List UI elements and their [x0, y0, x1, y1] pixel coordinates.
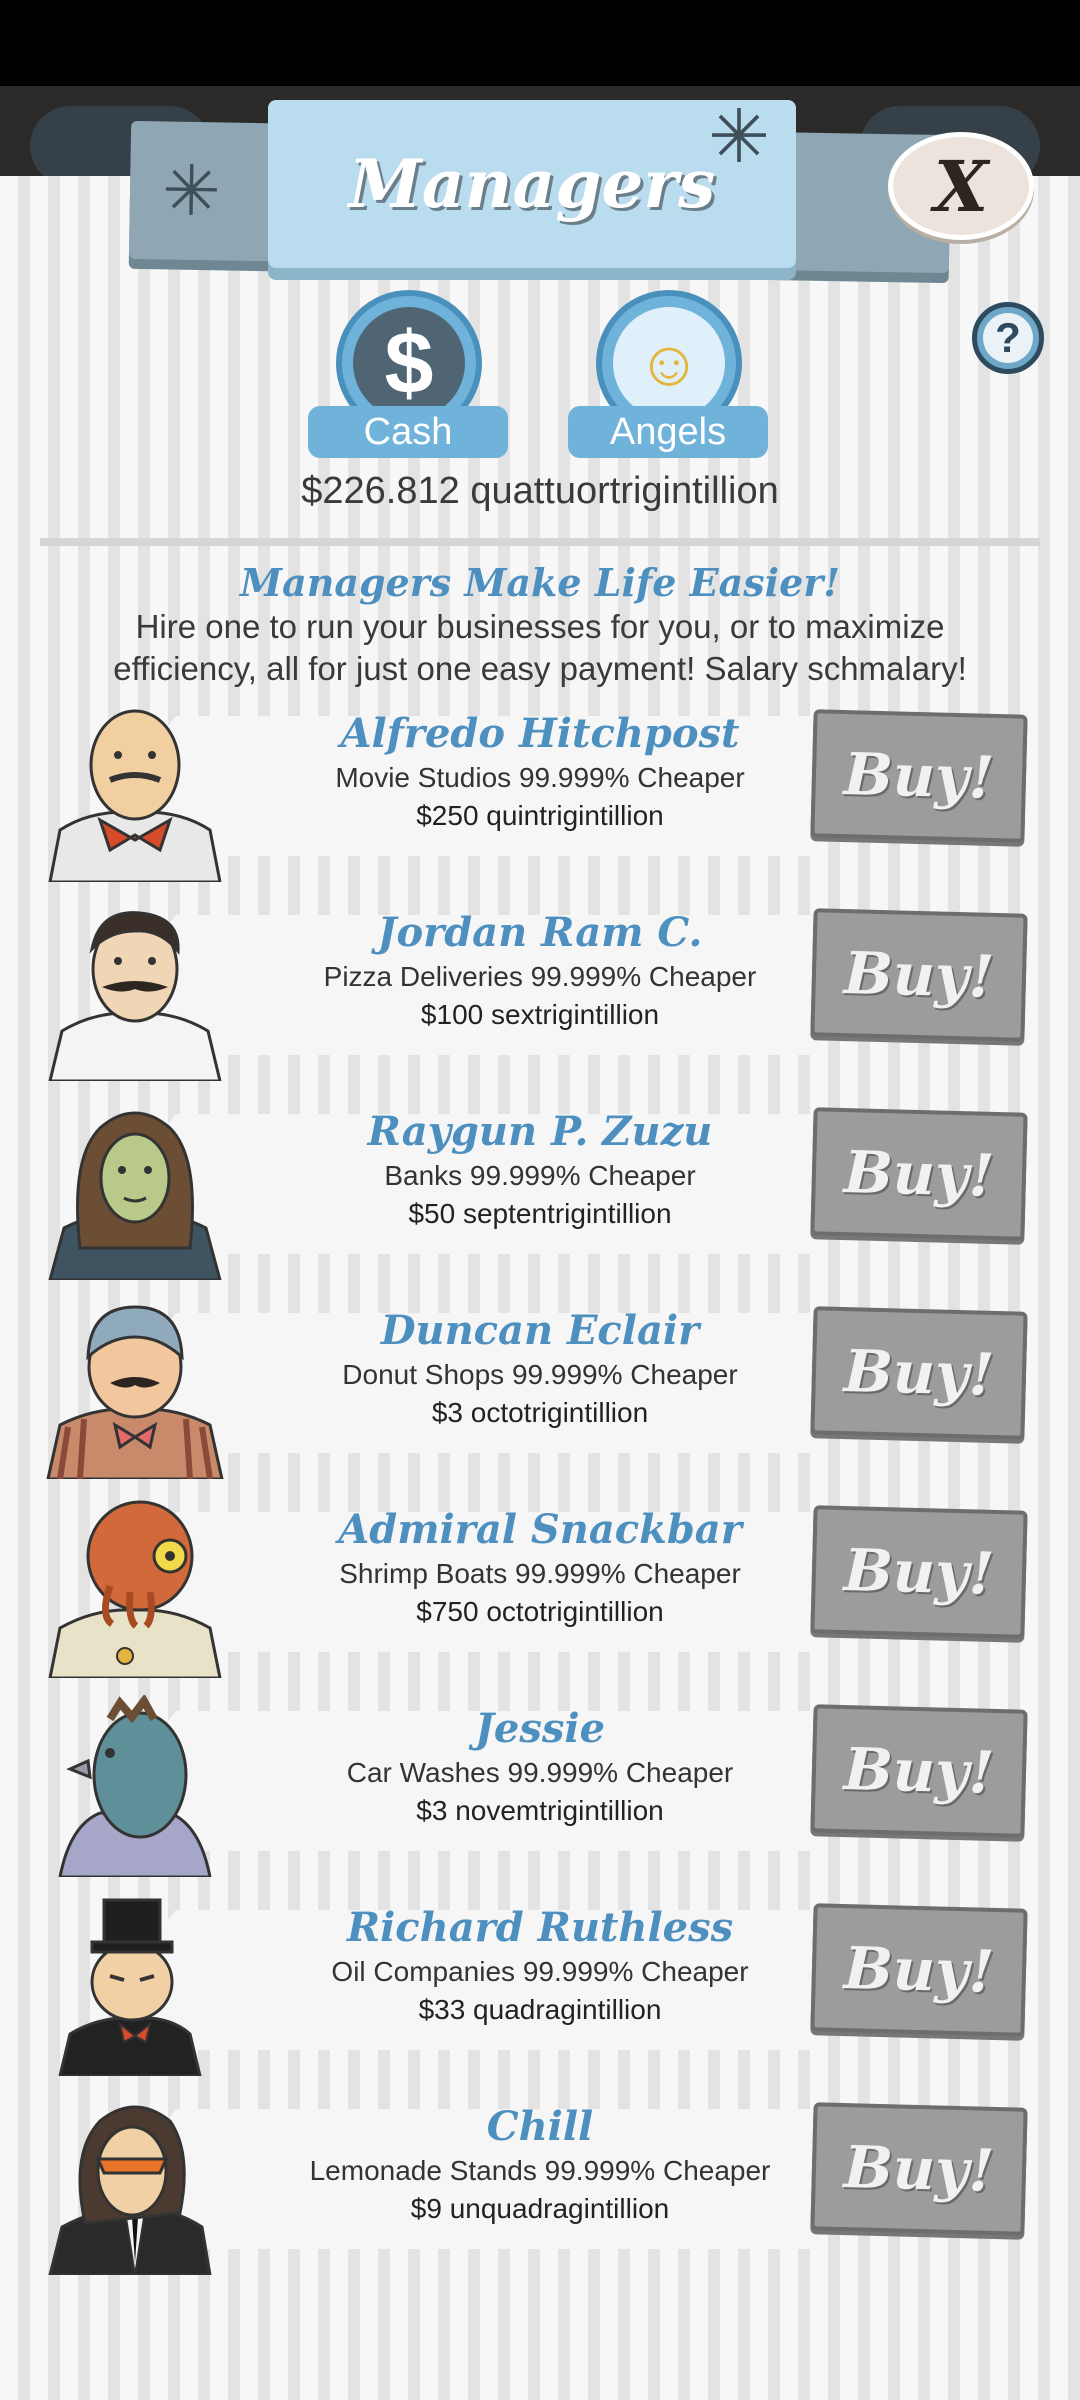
asterisk-decoration-icon: ✳ [707, 95, 770, 178]
status-bar [0, 0, 1080, 86]
manager-name: Richard Ruthless [346, 1904, 734, 1951]
buy-button[interactable]: Buy! [810, 1306, 1028, 1440]
divider [40, 538, 1040, 546]
manager-row: Richard Ruthless Oil Companies 99.999% C… [0, 1894, 1080, 2076]
manager-portrait [48, 709, 222, 882]
buy-button[interactable]: Buy! [810, 908, 1028, 1042]
help-button[interactable]: ? [972, 302, 1044, 374]
cash-tab[interactable]: $ Cash [308, 290, 508, 458]
manager-price: $33 quadragintillion [418, 1994, 662, 2025]
question-icon: ? [983, 313, 1033, 363]
angels-tab[interactable]: ☺ Angels [568, 290, 768, 458]
buy-button[interactable]: Buy! [810, 709, 1028, 843]
manager-name: Jordan Ram C. [377, 909, 703, 956]
header-banner: Managers ✳ [268, 100, 796, 268]
manager-price: $50 septentrigintillion [408, 1198, 672, 1229]
buy-button[interactable]: Buy! [810, 1903, 1028, 2037]
buy-button[interactable]: Buy! [810, 1704, 1028, 1838]
buy-button[interactable]: Buy! [810, 1505, 1028, 1639]
manager-description: Oil Companies 99.999% Cheaper [331, 1956, 749, 1987]
manager-portrait [48, 1500, 222, 1678]
manager-description: Banks 99.999% Cheaper [384, 1160, 696, 1191]
tagline-title: Managers Make Life Easier! [240, 560, 840, 605]
manager-price: $250 quintrigintillion [416, 800, 664, 831]
manager-description: Donut Shops 99.999% Cheaper [342, 1359, 738, 1390]
tagline-body: Hire one to run your businesses for you,… [113, 608, 967, 687]
buy-button[interactable]: Buy! [810, 1107, 1028, 1241]
manager-row: Jessie Car Washes 99.999% Cheaper $3 nov… [0, 1695, 1080, 1877]
manager-description: Movie Studios 99.999% Cheaper [335, 762, 745, 793]
manager-name: Raygun P. Zuzu [367, 1108, 713, 1155]
manager-description: Lemonade Stands 99.999% Cheaper [309, 2155, 771, 2186]
manager-price: $3 novemtrigintillion [416, 1795, 664, 1826]
manager-portrait [58, 1695, 212, 1877]
manager-row: Raygun P. Zuzu Banks 99.999% Cheaper $50… [0, 1098, 1080, 1280]
close-button[interactable]: X [888, 132, 1034, 240]
manager-portrait [46, 1305, 224, 1479]
page-title: Managers [348, 145, 716, 223]
manager-name: Chill [486, 2103, 594, 2150]
manager-description: Pizza Deliveries 99.999% Cheaper [323, 961, 757, 992]
asterisk-decoration-icon: ✳ [161, 151, 222, 231]
manager-row: Duncan Eclair Donut Shops 99.999% Cheape… [0, 1297, 1080, 1479]
manager-price: $100 sextrigintillion [420, 999, 660, 1030]
manager-description: Shrimp Boats 99.999% Cheaper [339, 1558, 741, 1589]
dollar-icon: $ [353, 307, 465, 419]
manager-row: Alfredo Hitchpost Movie Studios 99.999% … [0, 700, 1080, 882]
manager-row: Jordan Ram C. Pizza Deliveries 99.999% C… [0, 899, 1080, 1081]
manager-portrait [48, 1111, 222, 1280]
manager-name: Admiral Snackbar [338, 1506, 742, 1553]
manager-portrait [48, 2105, 212, 2275]
manager-price: $750 octotrigintillion [416, 1596, 664, 1627]
angels-label: Angels [568, 406, 768, 458]
cash-label: Cash [308, 406, 508, 458]
manager-row: Chill Lemonade Stands 99.999% Cheaper $9… [0, 2093, 1080, 2275]
manager-portrait [48, 911, 222, 1081]
manager-name: Jessie [474, 1705, 606, 1752]
close-icon: X [933, 144, 989, 228]
manager-row: Admiral Snackbar Shrimp Boats 99.999% Ch… [0, 1496, 1080, 1678]
manager-description: Car Washes 99.999% Cheaper [346, 1757, 734, 1788]
buy-button[interactable]: Buy! [810, 2102, 1028, 2236]
angel-icon: ☺ [613, 307, 725, 419]
manager-name: Alfredo Hitchpost [340, 710, 740, 757]
cash-amount: $226.812 quattuortrigintillion [301, 470, 779, 512]
manager-name: Duncan Eclair [380, 1307, 700, 1354]
manager-portrait [58, 1898, 202, 2076]
manager-price: $3 octotrigintillion [431, 1397, 649, 1428]
manager-price: $9 unquadragintillion [410, 2193, 670, 2224]
